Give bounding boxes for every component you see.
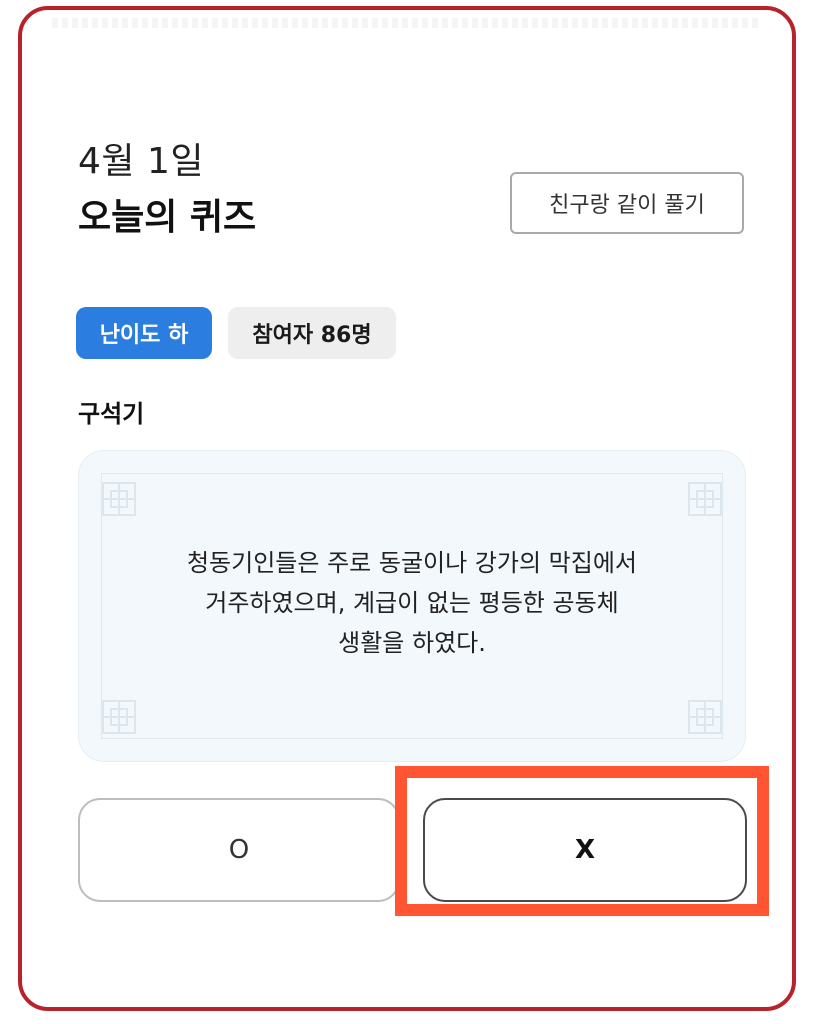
question-line: 청동기인들은 주로 동굴이나 강가의 막집에서 [186,549,638,577]
question-line: 생활을 하였다. [338,629,486,657]
quiz-category: 구석기 [78,400,145,428]
decorative-pattern [52,18,762,28]
answer-o-button[interactable]: O [78,798,400,902]
difficulty-badge: 난이도 하 [76,307,212,359]
corner-ornament-icon [99,697,139,737]
quiz-card: 4월 1일 오늘의 퀴즈 친구랑 같이 풀기 난이도 하 참여자 86명 구석기… [18,6,796,1011]
page-title: 오늘의 퀴즈 [78,197,257,238]
participants-badge: 참여자 86명 [228,307,396,359]
question-text: 청동기인들은 주로 동굴이나 강가의 막집에서 거주하였으며, 계급이 없는 평… [119,543,705,663]
corner-ornament-icon [99,479,139,519]
answer-x-button[interactable]: X [423,798,747,902]
question-line: 거주하였으며, 계급이 없는 평등한 공동체 [205,589,619,617]
question-box: 청동기인들은 주로 동굴이나 강가의 막집에서 거주하였으며, 계급이 없는 평… [78,450,746,762]
corner-ornament-icon [685,697,725,737]
quiz-date: 4월 1일 [78,141,204,182]
corner-ornament-icon [685,479,725,519]
solve-with-friend-button[interactable]: 친구랑 같이 풀기 [510,172,744,234]
